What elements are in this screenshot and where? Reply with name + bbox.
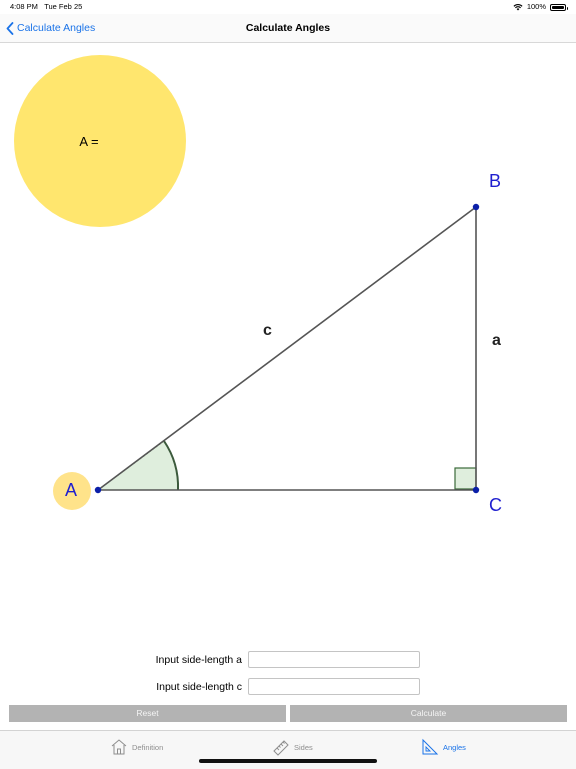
point-b — [472, 203, 480, 211]
ruler-icon — [273, 740, 289, 756]
side-c-input[interactable] — [248, 678, 420, 695]
tab-sides[interactable]: Sides — [272, 736, 313, 758]
side-a-input-label: Input side-length a — [155, 654, 242, 666]
tab-angles-label: Angles — [443, 742, 466, 752]
point-c — [472, 486, 480, 494]
tab-definition[interactable]: Definition — [110, 736, 163, 758]
tab-sides-label: Sides — [294, 742, 313, 752]
angle-a-sector — [98, 441, 179, 490]
house-icon — [111, 739, 127, 755]
home-indicator — [199, 759, 377, 763]
tab-definition-label: Definition — [132, 742, 164, 752]
point-a — [94, 486, 102, 494]
vertex-c-label: C — [489, 495, 502, 515]
side-a-label: a — [492, 332, 501, 349]
side-a-input-row: Input side-length a — [0, 651, 576, 669]
set-square-icon — [422, 738, 439, 755]
side-c-input-row: Input side-length c — [0, 678, 576, 696]
tab-angles[interactable]: Angles — [421, 736, 466, 758]
side-a-input[interactable] — [248, 651, 420, 668]
side-c-input-label: Input side-length c — [156, 681, 242, 693]
vertex-b-label: B — [489, 171, 502, 191]
vertex-a-label: A — [65, 480, 78, 500]
side-c-label: c — [263, 322, 272, 339]
calculate-button[interactable]: Calculate — [290, 705, 567, 722]
right-angle-marker — [454, 467, 477, 490]
reset-button[interactable]: Reset — [9, 705, 286, 722]
side-c-line — [97, 206, 477, 491]
tab-bar: Definition Sides Angles — [0, 730, 576, 769]
